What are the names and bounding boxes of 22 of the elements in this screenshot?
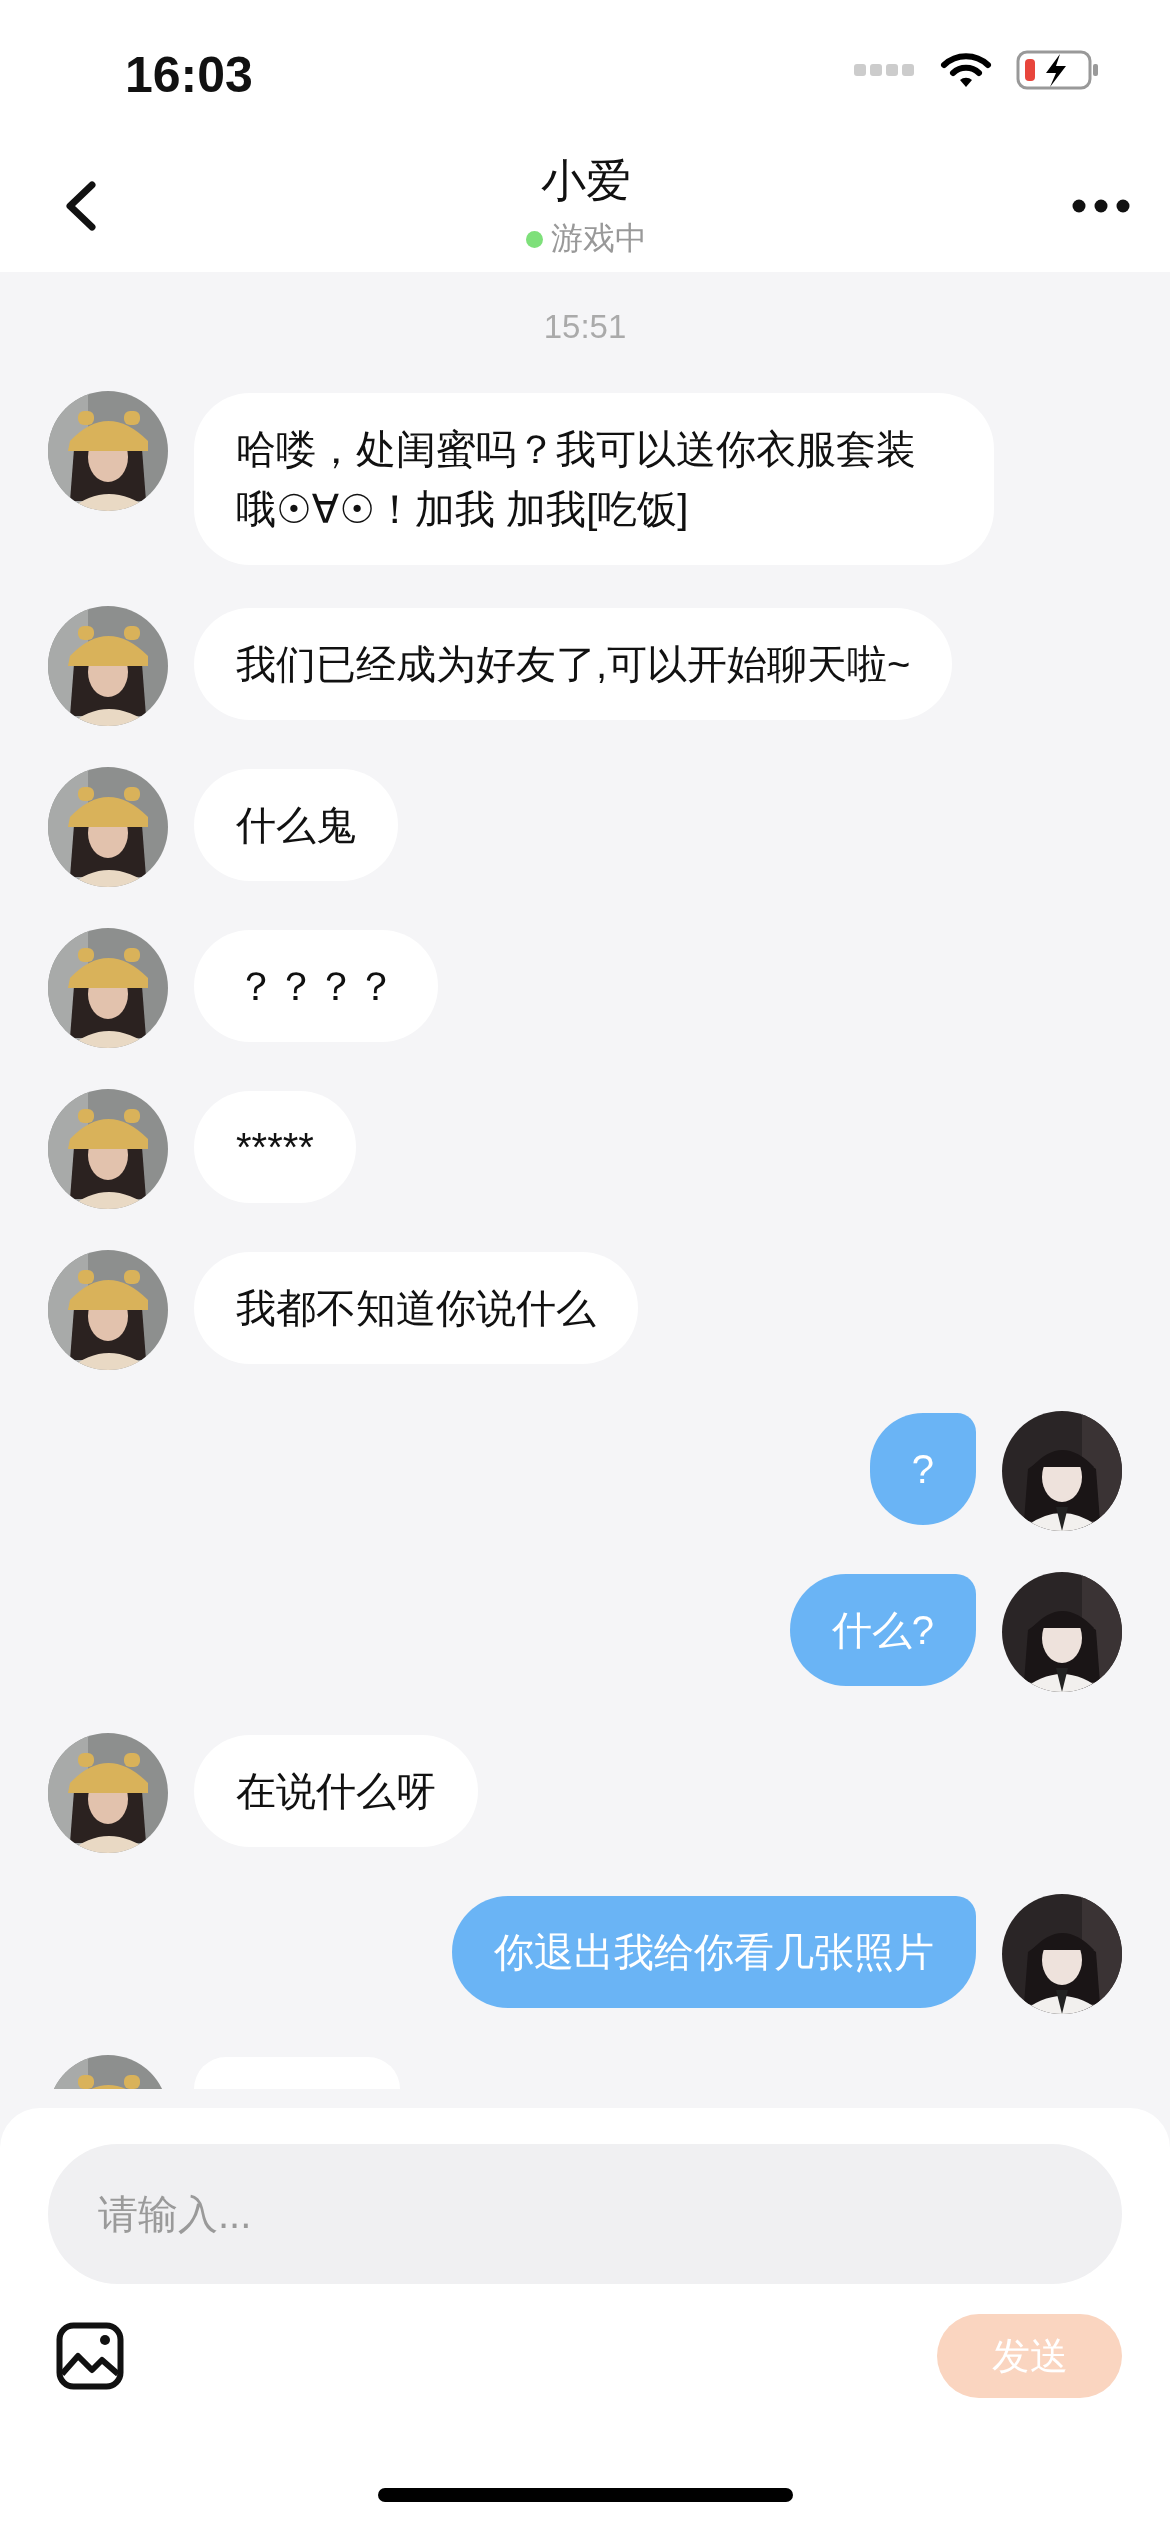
status-text: 游戏中 <box>550 219 647 258</box>
message-input[interactable]: 请输入... <box>48 2144 1122 2284</box>
image-button[interactable] <box>56 2322 124 2390</box>
message-bubble: ？？？？ <box>194 930 438 1042</box>
wifi-icon <box>940 51 992 89</box>
message-bubble: 哈喽，处闺蜜吗？我可以送你衣服套装哦☉∀☉！加我 加我[吃饭] <box>194 393 994 565</box>
message-bubble: 你退出我给你看几张照片 <box>452 1896 976 2008</box>
chat-title: 小爱 <box>541 154 631 208</box>
signal-icon <box>854 62 916 78</box>
message-bubble: 在说什么呀 <box>194 1735 478 1847</box>
image-icon <box>56 2322 124 2390</box>
message-bubble: ***** <box>194 1091 356 1203</box>
more-button[interactable] <box>1072 199 1130 213</box>
battery-icon <box>1016 49 1100 91</box>
message-bubble: 什么? <box>789 1574 976 1686</box>
message-bubble: ? <box>869 1413 976 1525</box>
more-icon <box>1072 199 1130 213</box>
message-bubble: 什么鬼 <box>194 769 398 881</box>
status-time: 16:03 <box>125 46 254 104</box>
chat-timestamp: 15:51 <box>543 308 627 346</box>
message-bubble: 我们已经成为好友了,可以开始聊天啦~ <box>194 608 953 720</box>
message-bubble: 我都不知道你说什么 <box>194 1252 638 1364</box>
